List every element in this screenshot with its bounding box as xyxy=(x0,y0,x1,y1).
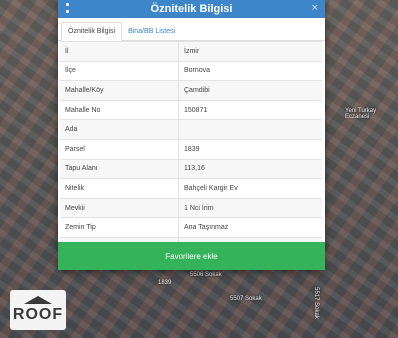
attribute-value: Bahçeli Kargir Ev xyxy=(178,178,322,199)
table-row: Tapu Alanı 113,16 xyxy=(60,158,322,179)
attribute-key: Mahalle No xyxy=(60,99,179,120)
modal-title: Öznitelik Bilgisi xyxy=(150,3,233,15)
add-to-favorites-button[interactable]: Favorilere ekle xyxy=(58,242,325,270)
attribute-value: 1 Nci İrim xyxy=(178,197,322,218)
attribute-info-modal: Öznitelik Bilgisi × Öznitelik Bilgisi Bi… xyxy=(58,0,325,270)
roof-icon xyxy=(24,296,52,304)
table-row: Mahalle/Köy Çamdibi xyxy=(60,80,322,101)
attribute-value: 113,16 xyxy=(178,158,322,179)
attribute-value: Ana Taşınmaz xyxy=(178,217,322,238)
attribute-key: İlçe xyxy=(60,60,179,81)
attribute-key: Ada xyxy=(60,119,179,140)
street-label: 5517 Sokak xyxy=(312,287,319,319)
roof-logo: ROOF xyxy=(10,290,66,330)
attribute-key: Nitelik xyxy=(60,178,179,199)
attribute-table: İl İzmir İlçe Bornova Mahalle/Köy Çamdibi Maha… xyxy=(60,41,322,257)
attribute-key: İl xyxy=(60,41,179,62)
drag-handle-icon[interactable] xyxy=(66,3,70,13)
attribute-value: Çamdibi xyxy=(178,80,322,101)
attribute-key: Tapu Alanı xyxy=(60,158,179,179)
attribute-key: Mevkii xyxy=(60,197,179,218)
street-label: 5506 Sokak xyxy=(190,272,222,278)
attribute-key: Zemin Tip xyxy=(60,217,179,238)
table-row: Mevkii 1 Nci İrim xyxy=(60,197,322,218)
attribute-value: 1839 xyxy=(178,138,322,160)
tab-bar: Öznitelik Bilgisi Bina/BB Listesi xyxy=(58,18,325,41)
table-row: Mahalle No 150871 xyxy=(60,99,322,120)
table-row: Nitelik Bahçeli Kargir Ev xyxy=(60,178,322,199)
attribute-key: Parsel xyxy=(60,138,179,160)
tab-attribute-info[interactable]: Öznitelik Bilgisi xyxy=(61,22,123,41)
parcel-label: 1839 xyxy=(158,280,172,286)
close-icon[interactable]: × xyxy=(312,2,318,14)
attribute-value: İzmir xyxy=(178,41,322,62)
attribute-value: Bornova xyxy=(178,60,322,81)
attribute-value xyxy=(178,119,322,140)
attribute-key: Mahalle/Köy xyxy=(60,80,179,101)
table-row: Ada xyxy=(60,119,322,140)
attribute-value: 150871 xyxy=(178,99,322,120)
modal-header[interactable]: Öznitelik Bilgisi × xyxy=(58,0,325,18)
tab-building-list[interactable]: Bina/BB Listesi xyxy=(122,23,181,40)
street-label: 5507 Sokak xyxy=(230,296,262,302)
table-row: Parsel 1839 xyxy=(60,138,322,160)
poi-label: Yeni Turkay Eczanesi xyxy=(345,108,377,120)
table-row: İl İzmir xyxy=(60,41,322,62)
table-row: Zemin Tip Ana Taşınmaz xyxy=(60,217,322,238)
logo-text: ROOF xyxy=(12,306,64,323)
table-row: İlçe Bornova xyxy=(60,60,322,81)
